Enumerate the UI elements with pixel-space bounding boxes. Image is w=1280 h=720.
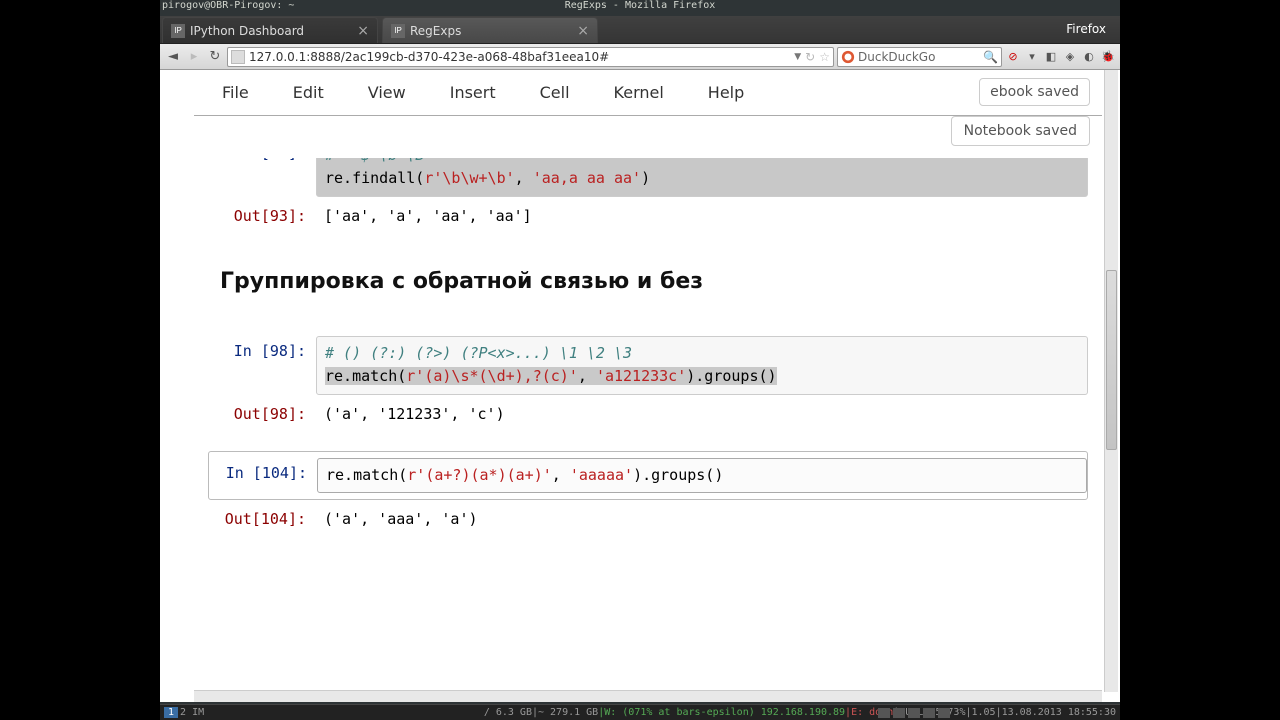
datetime: |13.08.2013 18:55:30 — [996, 707, 1116, 718]
noscript-icon[interactable]: ⊘ — [1005, 49, 1021, 65]
duckduckgo-icon — [841, 50, 855, 64]
tab-dashboard[interactable]: IP IPython Dashboard × — [162, 17, 378, 43]
menu-help[interactable]: Help — [708, 83, 744, 102]
terminal-prompt: pirogov@OBR-Pirogov: ~ — [160, 0, 294, 16]
back-button[interactable]: ◄ — [164, 48, 182, 66]
tray-icon[interactable] — [893, 708, 905, 718]
code-input[interactable]: re.match(r'(a+?)(a*)(a+)', 'aaaaa').grou… — [317, 458, 1087, 493]
menu-edit[interactable]: Edit — [293, 83, 324, 102]
ipy-icon: IP — [391, 24, 405, 38]
firebug-icon[interactable]: 🐞 — [1100, 49, 1116, 65]
in-prompt: In [93]: — [208, 158, 316, 197]
close-icon[interactable]: × — [577, 23, 589, 39]
menu-view[interactable]: View — [368, 83, 406, 102]
tray-icon[interactable] — [878, 708, 890, 718]
cell-output: ('a', '121233', 'c') — [316, 399, 1088, 430]
vertical-scrollbar[interactable] — [1104, 70, 1118, 692]
menu-kernel[interactable]: Kernel — [614, 83, 664, 102]
url-input[interactable]: 127.0.0.1:8888/2ac199cb-d370-423e-a068-4… — [227, 47, 834, 67]
cell-output: ['aa', 'a', 'aa', 'aa'] — [316, 201, 1088, 232]
page-content: File Edit View Insert Cell Kernel Help e… — [160, 70, 1120, 702]
code-input[interactable]: # ^ $ \b \B re.findall(r'\b\w+\b', 'aa,a… — [316, 158, 1088, 197]
browser-tabbar: IP IPython Dashboard × IP RegExps × Fire… — [160, 16, 1120, 44]
forward-button[interactable]: ▸ — [185, 48, 203, 66]
notification-saved: Notebook saved — [951, 116, 1090, 146]
tray-icons — [878, 708, 950, 718]
input-mode: IM — [192, 707, 204, 718]
tab-regexps[interactable]: IP RegExps × — [382, 17, 598, 43]
menu-insert[interactable]: Insert — [450, 83, 496, 102]
out-prompt: Out[93]: — [208, 201, 316, 232]
wifi-status: |W: (071% at bars-epsilon) 192.168.190.8… — [598, 707, 845, 718]
menu-file[interactable]: File — [222, 83, 249, 102]
horizontal-scrollbar[interactable] — [194, 690, 1102, 702]
ipy-icon: IP — [171, 24, 185, 38]
notification-saved: ebook saved — [979, 78, 1090, 106]
addon-icon[interactable]: ◈ — [1062, 49, 1078, 65]
reload-button[interactable]: ↻ — [206, 48, 224, 66]
browser-navbar: ◄ ▸ ↻ 127.0.0.1:8888/2ac199cb-d370-423e-… — [160, 44, 1120, 70]
app-label: Firefox — [1052, 15, 1120, 43]
tab-label: RegExps — [410, 24, 461, 38]
out-prompt: Out[104]: — [208, 504, 316, 535]
refresh-icon[interactable]: ↻ — [805, 50, 815, 64]
close-icon[interactable]: × — [357, 23, 369, 39]
chevron-down-icon[interactable]: ▾ — [1024, 49, 1040, 65]
tray-icon[interactable] — [908, 708, 920, 718]
workspace-active[interactable]: 1 — [164, 707, 178, 718]
tray-icon[interactable] — [923, 708, 935, 718]
search-icon[interactable]: 🔍 — [983, 50, 998, 64]
workspace[interactable]: 2 — [180, 707, 186, 718]
in-prompt: In [104]: — [209, 458, 317, 493]
in-prompt: In [98]: — [208, 336, 316, 395]
tab-label: IPython Dashboard — [190, 24, 304, 38]
disk-usage: / 6.3 GB|~ 279.1 GB — [484, 707, 598, 718]
addon-icon[interactable]: ◧ — [1043, 49, 1059, 65]
scrollbar-thumb[interactable] — [1106, 270, 1117, 450]
notebook-menubar: File Edit View Insert Cell Kernel Help e… — [194, 70, 1102, 116]
notebook-cells: In [93]: # ^ $ \b \B re.findall(r'\b\w+\… — [194, 158, 1102, 692]
window-titlebar: pirogov@OBR-Pirogov: ~ RegExps - Mozilla… — [160, 0, 1120, 16]
chevron-down-icon[interactable]: ▼ — [794, 52, 801, 62]
search-input[interactable]: DuckDuckGo 🔍 — [837, 47, 1002, 67]
window-title: RegExps - Mozilla Firefox — [565, 0, 716, 11]
menu-cell[interactable]: Cell — [540, 83, 570, 102]
bookmark-icon[interactable]: ☆ — [819, 50, 830, 64]
addon-icon[interactable]: ◐ — [1081, 49, 1097, 65]
out-prompt: Out[98]: — [208, 399, 316, 430]
tray-icon[interactable] — [938, 708, 950, 718]
heading-cell[interactable]: Группировка с обратной связью и без — [208, 255, 1088, 302]
code-input[interactable]: # () (?:) (?>) (?P<x>...) \1 \2 \3 re.ma… — [316, 336, 1088, 395]
page-icon — [231, 50, 245, 64]
wm-statusbar: 1 2 IM / 6.3 GB|~ 279.1 GB |W: (071% at … — [160, 704, 1120, 720]
cell-output: ('a', 'aaa', 'a') — [316, 504, 1088, 535]
